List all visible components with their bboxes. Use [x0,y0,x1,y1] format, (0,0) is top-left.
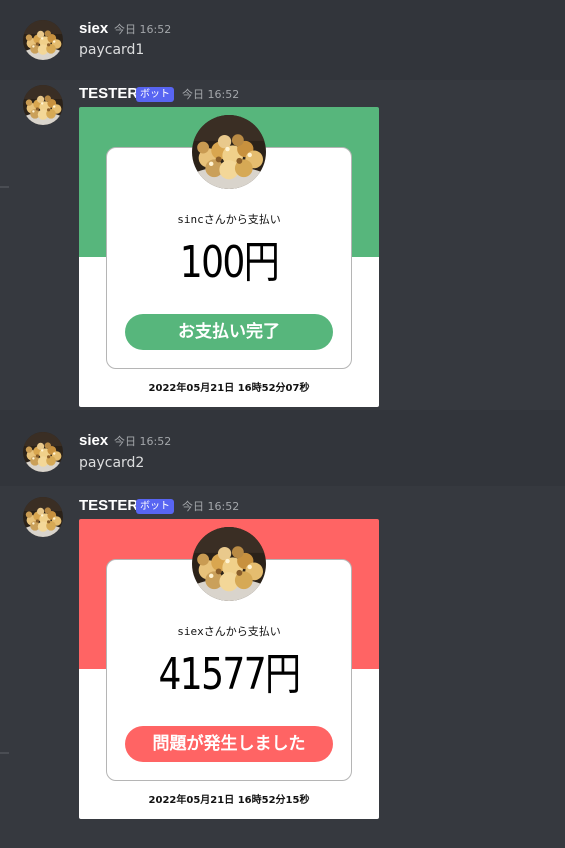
payment-card-error: siexさんから支払い 41577円 問題が発生しました 2022年05月21日… [79,519,379,819]
card-date: 2022年05月21日 16時52分07秒 [148,383,310,394]
card-amount: 100円 [179,237,280,288]
message-hover-bg [0,0,565,80]
card-status-badge: お支払い完了 [125,314,333,350]
payment-card-success: sincさんから支払い 100円 お支払い完了 2022年05月21日 16時5… [79,107,379,407]
message-text: paycard2 [79,455,145,471]
card-date: 2022年05月21日 16時52分15秒 [148,795,310,806]
popcorn-avatar-icon[interactable] [23,497,63,537]
popcorn-avatar-icon[interactable] [23,85,63,125]
message-author[interactable]: siex [79,20,108,38]
message-author[interactable]: siex [79,432,108,450]
message-author[interactable]: TESTER [79,497,138,515]
card-sender: sincさんから支払い [177,213,281,226]
message-text: paycard1 [79,42,145,58]
popcorn-avatar-icon[interactable] [23,432,63,472]
divider [0,186,9,188]
popcorn-avatar-icon[interactable] [23,20,63,60]
message-timestamp: 今日 16:52 [114,435,172,448]
bot-tag: ボット [136,499,174,514]
message-timestamp: 今日 16:52 [182,500,240,513]
card-sender: siexさんから支払い [177,625,281,638]
card-status-badge: 問題が発生しました [125,726,333,762]
bot-tag: ボット [136,87,174,102]
popcorn-avatar-icon [192,115,266,189]
message-author[interactable]: TESTER [79,85,138,103]
popcorn-avatar-icon [192,527,266,601]
message-timestamp: 今日 16:52 [114,23,172,36]
card-amount: 41577円 [158,649,301,700]
message-timestamp: 今日 16:52 [182,88,240,101]
divider [0,752,9,754]
